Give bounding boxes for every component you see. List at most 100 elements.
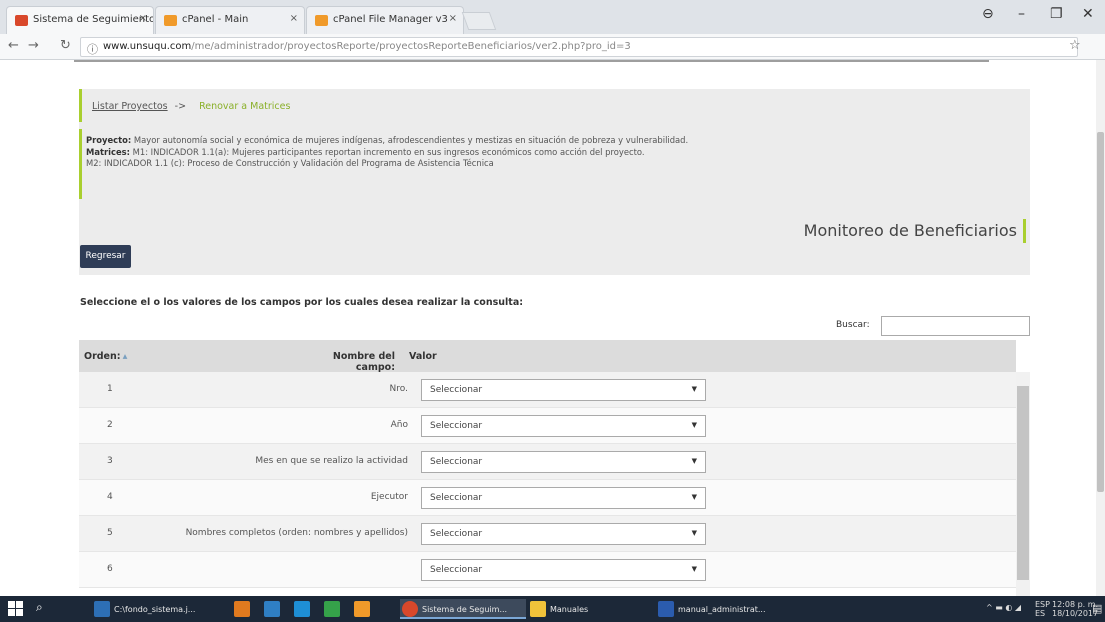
account-icon[interactable]: ⊖ bbox=[982, 6, 994, 22]
cpanel-favicon-icon bbox=[315, 15, 328, 26]
app-icon bbox=[234, 601, 250, 617]
dropdown-arrow-icon: ▼ bbox=[691, 493, 697, 501]
close-tab-icon[interactable]: × bbox=[449, 13, 457, 24]
table-row: 3 Mes en que se realizo la actividad Sel… bbox=[79, 444, 1016, 480]
column-valor-header[interactable]: Valor bbox=[409, 351, 437, 362]
tray-icons[interactable]: ^ ▬ ◐ ◢ bbox=[986, 603, 1021, 612]
app-icon bbox=[294, 601, 310, 617]
app-icon bbox=[264, 601, 280, 617]
tab-cpanel-file-manager[interactable]: cPanel File Manager v3 × bbox=[306, 6, 464, 34]
page-title: Monitoreo de Beneficiarios bbox=[804, 219, 1026, 243]
column-nombre-header[interactable]: Nombre del campo: bbox=[295, 351, 395, 373]
table-header: Orden: ▴ Nombre del campo: Valor bbox=[79, 340, 1016, 373]
taskbar-item-chrome[interactable]: Sistema de Seguim... bbox=[400, 599, 526, 619]
query-instruction: Seleccione el o los valores de los campo… bbox=[80, 297, 524, 308]
taskbar-item-explorer[interactable]: C:\fondo_sistema.j... bbox=[92, 599, 222, 619]
row-order: 2 bbox=[107, 420, 113, 430]
row-order: 6 bbox=[107, 564, 113, 574]
table-row: 6 Seleccionar ▼ bbox=[79, 552, 1016, 588]
forward-arrow-icon[interactable]: → bbox=[28, 38, 39, 53]
minimize-button[interactable]: – bbox=[1018, 6, 1025, 22]
language-indicator[interactable]: ESP ES bbox=[1035, 600, 1050, 618]
address-bar-row: ← → ↻ ⓘ www.unsuqu.com/me/administrador/… bbox=[0, 34, 1105, 60]
dropdown-arrow-icon: ▼ bbox=[691, 565, 697, 573]
value-select[interactable]: Seleccionar ▼ bbox=[421, 451, 706, 473]
project-text: Mayor autonomía social y económica de mu… bbox=[133, 135, 689, 145]
dropdown-arrow-icon: ▼ bbox=[691, 421, 697, 429]
project-label: Proyecto: bbox=[86, 135, 132, 145]
row-order: 3 bbox=[107, 456, 113, 466]
row-field-name: Nro. bbox=[389, 384, 408, 394]
breadcrumb-current: Renovar a Matrices bbox=[199, 101, 291, 112]
back-arrow-icon[interactable]: ← bbox=[8, 38, 19, 53]
row-order: 5 bbox=[107, 528, 113, 538]
row-field-name: Nombres completos (orden: nombres y apel… bbox=[185, 528, 408, 538]
taskbar-item-app[interactable] bbox=[292, 599, 314, 619]
illustrator-icon bbox=[354, 601, 370, 617]
value-select[interactable]: Seleccionar ▼ bbox=[421, 559, 706, 581]
table-scrollbar-thumb[interactable] bbox=[1017, 386, 1029, 580]
dropdown-arrow-icon: ▼ bbox=[691, 529, 697, 537]
dreamweaver-icon bbox=[324, 601, 340, 617]
close-tab-icon[interactable]: × bbox=[139, 13, 147, 24]
breadcrumb: Listar Proyectos -> Renovar a Matrices bbox=[79, 89, 1030, 122]
reload-icon[interactable]: ↻ bbox=[60, 38, 71, 53]
project-description: Proyecto: Mayor autonomía social y econó… bbox=[79, 129, 1030, 199]
page-scrollbar[interactable] bbox=[1096, 60, 1105, 596]
row-field-name: Ejecutor bbox=[370, 492, 408, 502]
tab-cpanel-main[interactable]: cPanel - Main × bbox=[155, 6, 305, 34]
matrices-text: M1: INDICADOR 1.1(a): Mujeres participan… bbox=[132, 146, 645, 157]
value-select[interactable]: Seleccionar ▼ bbox=[421, 487, 706, 509]
taskbar-item-word[interactable]: manual_administrat... bbox=[656, 599, 786, 619]
taskbar-item-app[interactable] bbox=[232, 599, 254, 619]
row-field-name: Año bbox=[390, 420, 408, 430]
fields-table-body: 1 Nro. Seleccionar ▼ 2 Año Seleccionar ▼ 3… bbox=[79, 372, 1016, 596]
search-label: Buscar: bbox=[836, 320, 870, 330]
row-order: 1 bbox=[107, 384, 113, 394]
taskbar-item-dreamweaver[interactable] bbox=[322, 599, 344, 619]
search-icon[interactable]: ⌕ bbox=[36, 600, 43, 615]
table-row: 5 Nombres completos (orden: nombres y ap… bbox=[79, 516, 1016, 552]
sort-asc-icon: ▴ bbox=[122, 351, 128, 362]
taskbar-item-folder[interactable]: Manuales bbox=[528, 599, 628, 619]
word-icon bbox=[658, 601, 674, 617]
maximize-button[interactable]: ❐ bbox=[1050, 6, 1063, 22]
close-tab-icon[interactable]: × bbox=[290, 13, 298, 24]
new-tab-button[interactable] bbox=[461, 12, 497, 30]
taskbar-item-app[interactable] bbox=[262, 599, 284, 619]
info-icon: ⓘ bbox=[87, 43, 98, 56]
explorer-icon bbox=[94, 601, 110, 617]
value-select[interactable]: Seleccionar ▼ bbox=[421, 415, 706, 437]
project-info-panel: Listar Proyectos -> Renovar a Matrices P… bbox=[79, 89, 1030, 275]
row-field-name: Mes en que se realizo la actividad bbox=[255, 456, 408, 466]
dropdown-arrow-icon: ▼ bbox=[691, 457, 697, 465]
url-input[interactable]: ⓘ www.unsuqu.com/me/administrador/proyec… bbox=[80, 37, 1078, 57]
column-orden-header[interactable]: Orden: ▴ bbox=[84, 351, 127, 362]
sistema-favicon-icon bbox=[15, 15, 28, 26]
windows-start-icon[interactable] bbox=[8, 601, 24, 617]
windows-taskbar: ⌕ C:\fondo_sistema.j... Sistema de Segui… bbox=[0, 596, 1105, 622]
page-scrollbar-thumb[interactable] bbox=[1097, 132, 1104, 492]
matrix-m2-text: M2: INDICADOR 1.1 (c): Proceso de Constr… bbox=[86, 158, 494, 168]
close-window-button[interactable]: ✕ bbox=[1082, 6, 1094, 22]
value-select[interactable]: Seleccionar ▼ bbox=[421, 523, 706, 545]
breadcrumb-list-projects-link[interactable]: Listar Proyectos bbox=[92, 101, 168, 112]
breadcrumb-arrow: -> bbox=[174, 101, 187, 112]
table-row: 4 Ejecutor Seleccionar ▼ bbox=[79, 480, 1016, 516]
folder-icon bbox=[530, 601, 546, 617]
row-order: 4 bbox=[107, 492, 113, 502]
header-divider bbox=[74, 60, 989, 62]
table-scrollbar[interactable] bbox=[1016, 372, 1030, 596]
table-row: 1 Nro. Seleccionar ▼ bbox=[79, 372, 1016, 408]
tab-sistema-seguimiento[interactable]: Sistema de Seguimiento × bbox=[6, 6, 154, 34]
cpanel-favicon-icon bbox=[164, 15, 177, 26]
taskbar-item-illustrator[interactable] bbox=[352, 599, 374, 619]
dropdown-arrow-icon: ▼ bbox=[691, 385, 697, 393]
notifications-icon[interactable]: ▤ bbox=[1092, 602, 1102, 615]
value-select[interactable]: Seleccionar ▼ bbox=[421, 379, 706, 401]
search-input[interactable] bbox=[881, 316, 1030, 336]
bookmark-star-icon[interactable]: ☆ bbox=[1069, 38, 1081, 53]
table-row: 2 Año Seleccionar ▼ bbox=[79, 408, 1016, 444]
regresar-button[interactable]: Regresar bbox=[80, 245, 131, 268]
browser-tab-bar: Sistema de Seguimiento × cPanel - Main ×… bbox=[0, 0, 1105, 34]
